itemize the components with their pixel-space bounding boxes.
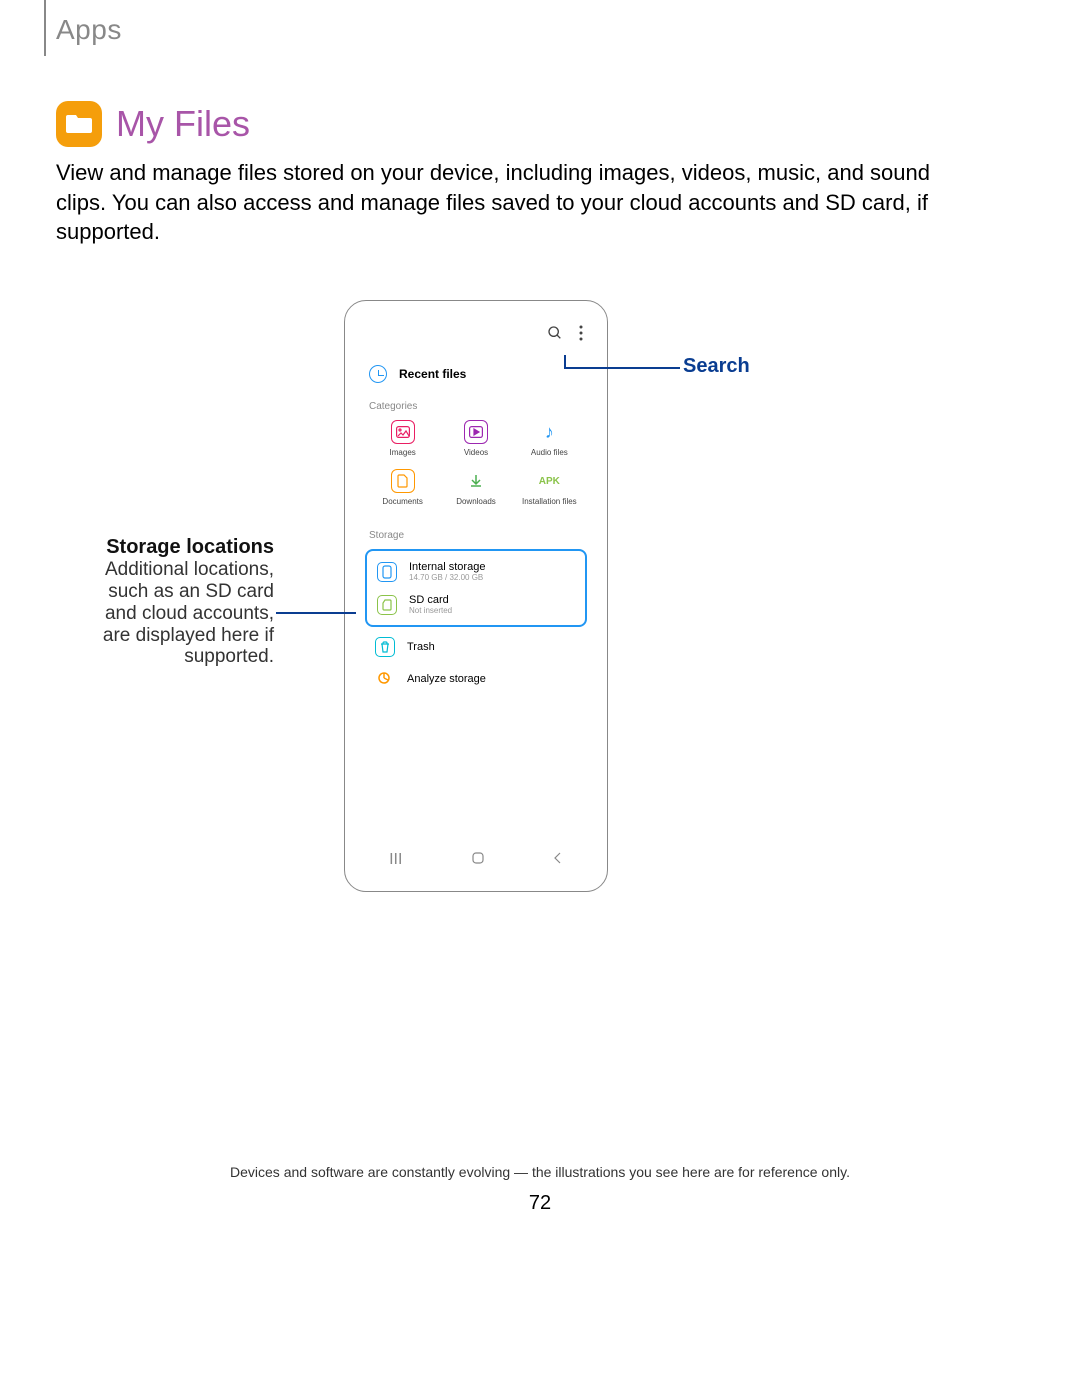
callout-storage-text: Additional locations, such as an SD card… xyxy=(74,559,274,668)
search-icon[interactable] xyxy=(547,325,563,346)
internal-storage-item[interactable]: Internal storage 14.70 GB / 32.00 GB xyxy=(367,555,585,588)
images-icon xyxy=(391,420,415,444)
category-installation[interactable]: APK Installation files xyxy=(516,469,583,506)
page-number: 72 xyxy=(0,1192,1080,1215)
more-options-icon[interactable] xyxy=(579,325,583,346)
phone-top-bar xyxy=(355,311,597,359)
category-label: Downloads xyxy=(456,497,496,506)
tab-indicator xyxy=(44,0,46,56)
callout-connector xyxy=(564,367,680,369)
clock-icon xyxy=(369,365,387,383)
phone-illustration: Recent files Categories Images Videos xyxy=(344,300,608,892)
category-documents[interactable]: Documents xyxy=(369,469,436,506)
storage-title: SD card xyxy=(409,594,452,606)
trash-icon xyxy=(375,637,395,657)
android-nav-bar: III xyxy=(355,845,597,875)
page-title: My Files xyxy=(116,103,250,145)
nav-recents-icon[interactable]: III xyxy=(389,851,402,869)
categories-header: Categories xyxy=(355,389,597,416)
documents-icon xyxy=(391,469,415,493)
category-label: Videos xyxy=(464,448,488,457)
category-downloads[interactable]: Downloads xyxy=(442,469,509,506)
categories-grid: Images Videos ♪ Audio files Document xyxy=(355,416,597,518)
description-paragraph: View and manage files stored on your dev… xyxy=(56,158,936,247)
nav-back-icon[interactable] xyxy=(553,851,563,870)
storage-highlight-box: Internal storage 14.70 GB / 32.00 GB SD … xyxy=(365,549,587,627)
category-label: Documents xyxy=(382,497,422,506)
recent-files-label: Recent files xyxy=(399,367,466,381)
trash-item[interactable]: Trash xyxy=(355,631,597,663)
analyze-storage-item[interactable]: Analyze storage xyxy=(355,663,597,695)
recent-files-row[interactable]: Recent files xyxy=(355,359,597,389)
my-files-app-icon xyxy=(56,101,102,147)
nav-home-icon[interactable] xyxy=(471,851,485,870)
title-row: My Files xyxy=(56,101,250,147)
category-label: Audio files xyxy=(531,448,568,457)
breadcrumb: Apps xyxy=(56,14,122,46)
category-audio[interactable]: ♪ Audio files xyxy=(516,420,583,457)
storage-title: Internal storage xyxy=(409,561,485,573)
analyze-icon xyxy=(375,669,395,689)
analyze-label: Analyze storage xyxy=(407,673,486,685)
sd-card-icon xyxy=(377,595,397,615)
category-label: Installation files xyxy=(522,497,577,506)
callout-search-label: Search xyxy=(683,355,750,378)
storage-subtitle: Not inserted xyxy=(409,606,452,615)
downloads-icon xyxy=(464,469,488,493)
videos-icon xyxy=(464,420,488,444)
storage-header: Storage xyxy=(355,518,597,545)
phone-storage-icon xyxy=(377,562,397,582)
apk-icon: APK xyxy=(537,469,561,493)
footer-note: Devices and software are constantly evol… xyxy=(0,1164,1080,1180)
callout-storage-title: Storage locations xyxy=(74,536,274,559)
storage-subtitle: 14.70 GB / 32.00 GB xyxy=(409,573,485,582)
trash-label: Trash xyxy=(407,641,435,653)
callout-connector xyxy=(564,355,566,367)
category-videos[interactable]: Videos xyxy=(442,420,509,457)
category-label: Images xyxy=(390,448,416,457)
sd-card-item[interactable]: SD card Not inserted xyxy=(367,588,585,621)
callout-storage: Storage locations Additional locations, … xyxy=(74,536,274,668)
callout-connector xyxy=(276,612,356,614)
category-images[interactable]: Images xyxy=(369,420,436,457)
audio-icon: ♪ xyxy=(537,420,561,444)
